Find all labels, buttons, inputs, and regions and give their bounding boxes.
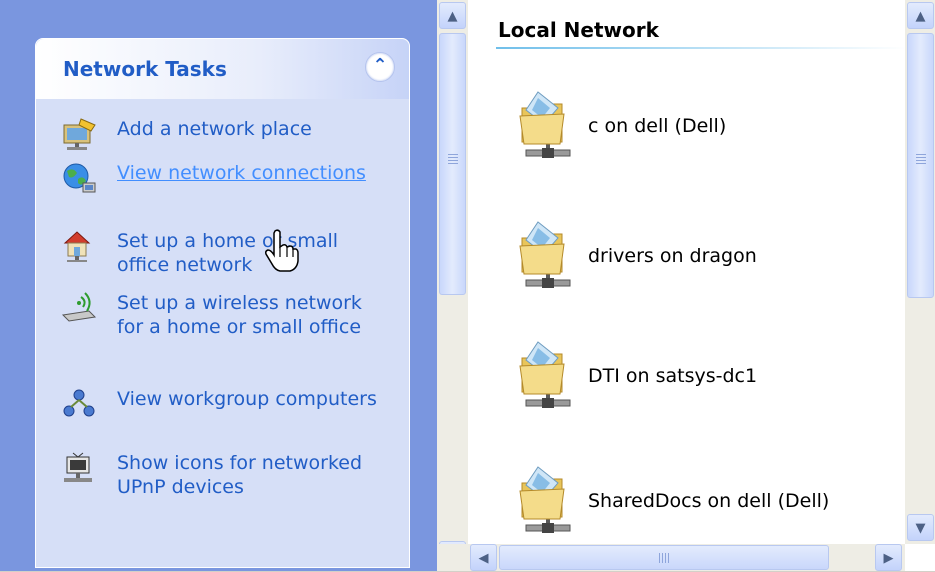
task-label[interactable]: Add a network place [117, 117, 377, 141]
task-show-upnp-devices[interactable]: Show icons for networked UPnP devices [61, 451, 377, 499]
scroll-down-button[interactable]: ▼ [907, 514, 934, 541]
chevron-down-icon: ▼ [915, 521, 926, 536]
globe-icon [63, 163, 96, 193]
scroll-left-button[interactable]: ◀ [470, 544, 497, 571]
task-setup-wireless-network[interactable]: Set up a wireless network for a home or … [61, 291, 377, 339]
task-label[interactable]: Set up a home or small office network [117, 229, 377, 277]
item-label: SharedDocs on dell (Dell) [588, 490, 830, 512]
task-add-network-place[interactable]: Add a network place [61, 117, 377, 151]
network-share-item[interactable]: c on dell (Dell) [518, 90, 726, 162]
grip-icon [659, 553, 671, 563]
task-setup-home-network[interactable]: Set up a home or small office network [61, 229, 377, 277]
scroll-up-button[interactable]: ▲ [907, 2, 934, 29]
task-pane: Network Tasks ⌃ Add a network place View… [0, 0, 437, 571]
network-folder-icon [518, 90, 578, 162]
task-label[interactable]: View workgroup computers [117, 387, 377, 411]
network-tasks-title: Network Tasks [63, 57, 227, 81]
task-label[interactable]: Set up a wireless network for a home or … [117, 291, 377, 339]
chevron-up-icon: ▲ [915, 9, 926, 24]
item-label: DTI on satsys-dc1 [588, 365, 758, 387]
network-folder-icon [518, 340, 578, 412]
content-horizontal-scrollbar[interactable]: ◀ ▶ [468, 544, 905, 571]
network-tasks-header: Network Tasks ⌃ [36, 39, 409, 99]
network-tasks-box: Network Tasks ⌃ Add a network place View… [35, 38, 410, 568]
item-label: c on dell (Dell) [588, 115, 727, 137]
hand-cursor-icon [265, 229, 299, 272]
collapse-button[interactable]: ⌃ [365, 52, 395, 82]
network-folder-icon [518, 465, 578, 537]
scroll-up-button[interactable]: ▲ [439, 2, 466, 29]
group-title: Local Network [498, 18, 659, 42]
home-network-icon [63, 231, 91, 262]
group-title-divider [496, 47, 906, 49]
chevron-left-icon: ◀ [478, 551, 489, 566]
task-pane-scrollbar[interactable]: ▲ ▼ [437, 0, 468, 571]
scrollbar-thumb[interactable] [439, 33, 466, 295]
scroll-right-button[interactable]: ▶ [875, 544, 902, 571]
upnp-icon [64, 452, 92, 482]
chevron-right-icon: ▶ [883, 551, 894, 566]
task-label[interactable]: View network connections [117, 161, 377, 185]
content-vertical-scrollbar[interactable]: ▲ ▼ [905, 0, 935, 544]
workgroup-icon [63, 389, 95, 417]
task-view-network-connections[interactable]: View network connections [61, 161, 377, 195]
item-label: drivers on dragon [588, 245, 757, 267]
double-chevron-up-icon: ⌃ [372, 55, 388, 76]
network-folder-icon [518, 220, 578, 292]
grip-icon [916, 154, 926, 166]
task-label[interactable]: Show icons for networked UPnP devices [117, 451, 377, 499]
chevron-up-icon: ▲ [447, 9, 458, 24]
grip-icon [448, 154, 458, 166]
network-place-icon [63, 118, 96, 150]
task-view-workgroup-computers[interactable]: View workgroup computers [61, 387, 377, 421]
scrollbar-corner [437, 544, 467, 571]
content-pane: Local Network c on dell (Dell) drivers o… [468, 0, 935, 571]
network-share-item[interactable]: DTI on satsys-dc1 [518, 340, 757, 412]
network-share-item[interactable]: SharedDocs on dell (Dell) [518, 465, 829, 537]
scrollbar-thumb[interactable] [499, 545, 829, 570]
scrollbar-thumb[interactable] [907, 33, 934, 298]
network-share-item[interactable]: drivers on dragon [518, 220, 757, 292]
wireless-icon [61, 292, 97, 322]
